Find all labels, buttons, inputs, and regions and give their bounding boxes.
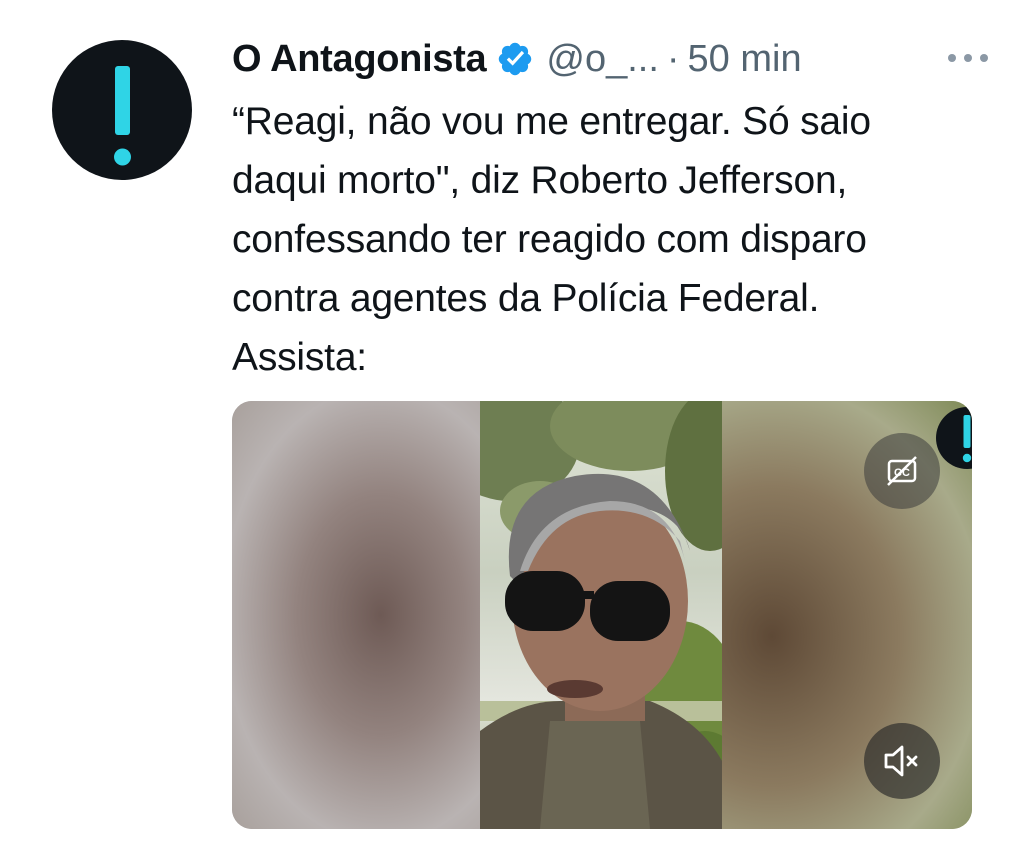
video-frame-image [480, 401, 722, 829]
channel-watermark [936, 407, 972, 469]
tweet-text: “Reagi, não vou me entregar. Só saio daq… [232, 100, 871, 379]
tweet-timestamp[interactable]: 50 min [688, 38, 802, 81]
verified-badge-icon [499, 42, 532, 76]
video-blur-left [232, 401, 480, 829]
more-icon[interactable] [944, 46, 992, 70]
author-avatar[interactable] [52, 40, 192, 180]
video-player[interactable]: CC [232, 401, 972, 829]
mute-toggle-button[interactable] [864, 723, 940, 799]
muted-speaker-icon [884, 745, 918, 777]
separator-dot: · [666, 37, 680, 80]
author-handle[interactable]: @o_... [546, 38, 659, 81]
exclamation-logo-icon [962, 415, 972, 463]
captions-button[interactable]: CC [864, 433, 940, 509]
author-name[interactable]: O Antagonista [232, 38, 487, 81]
exclamation-logo-icon [114, 66, 131, 166]
tweet-header: O Antagonista @o_... · 50 min [232, 36, 992, 82]
captions-off-icon: CC [887, 456, 917, 486]
video-frame [480, 401, 722, 829]
